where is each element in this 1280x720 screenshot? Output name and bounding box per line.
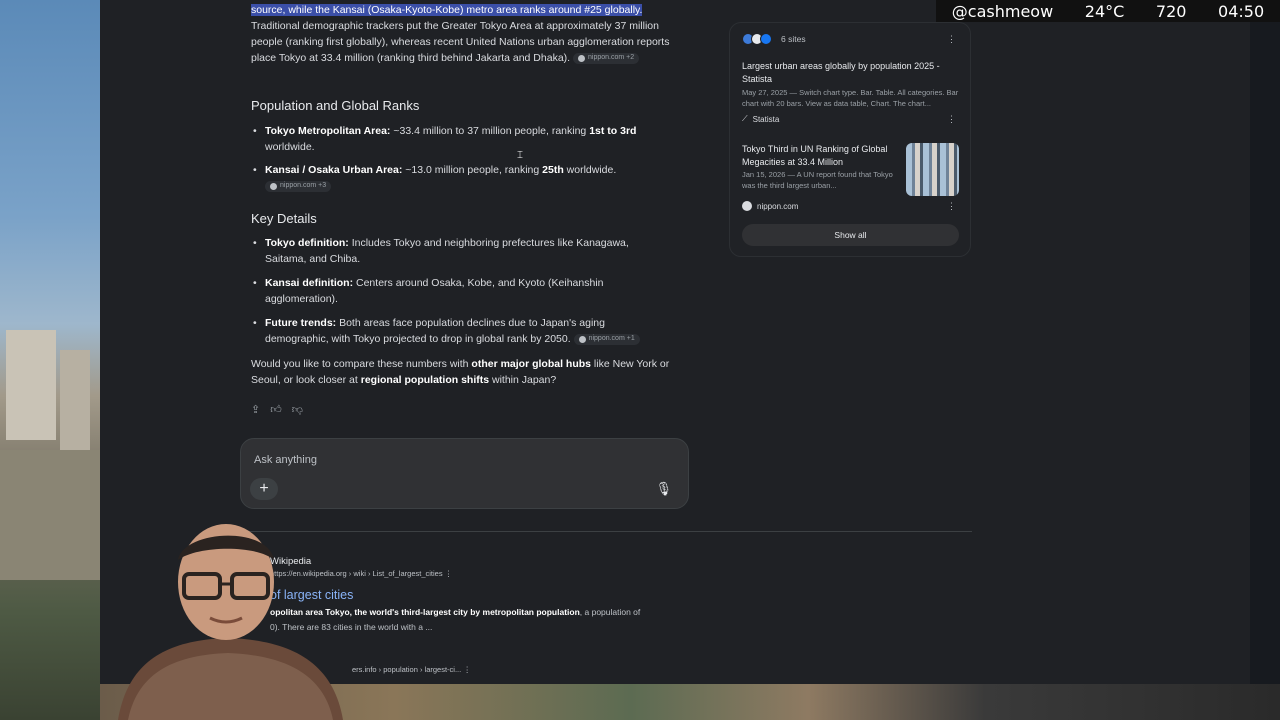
- list-item: Kansai / Osaka Urban Area: ~13.0 million…: [251, 162, 661, 194]
- source-card-snippet: Jan 15, 2026 — A UN report found that To…: [742, 170, 893, 190]
- overlay-temperature: 24°C: [1084, 1, 1125, 21]
- background-photo-left: [0, 0, 100, 720]
- source-card-title[interactable]: Largest urban areas globally by populati…: [742, 60, 962, 85]
- more-icon[interactable]: ⋮: [445, 569, 453, 578]
- more-icon[interactable]: ⋮: [463, 665, 471, 674]
- source-card-source[interactable]: ⟋ Statista: [742, 114, 779, 124]
- globe-icon: [578, 54, 585, 62]
- show-all-button[interactable]: Show all: [742, 224, 959, 246]
- result-url-2[interactable]: ers.info › population › largest-ci... ⋮: [352, 665, 471, 674]
- webcam-person: [118, 524, 343, 720]
- population-list: Tokyo Metropolitan Area: ~33.4 million t…: [251, 123, 661, 194]
- sources-panel: 6 sites ⋮ Largest urban areas globally b…: [729, 22, 971, 257]
- overlay-number: 720: [1155, 1, 1187, 21]
- highlighted-text: source, while the Kansai (Osaka-Kyoto-Ko…: [251, 4, 640, 16]
- thumbs-up-icon[interactable]: 👍︎: [270, 403, 282, 416]
- microphone-icon[interactable]: 🎙︎: [655, 481, 672, 497]
- globe-icon: [270, 182, 277, 190]
- favicons: [742, 33, 772, 45]
- heading-key-details: Key Details: [251, 211, 317, 226]
- ask-box: + 🎙︎: [240, 438, 689, 509]
- source-card-snippet: May 27, 2025 — Switch chart type. Bar. T…: [742, 88, 959, 108]
- stream-overlay: @cashmeow 24°C 720 04:50: [936, 0, 1280, 22]
- source-chip[interactable]: nippon.com +1: [573, 333, 640, 345]
- details-list: Tokyo definition: Includes Tokyo and nei…: [251, 235, 661, 347]
- facebook-icon: [760, 33, 772, 45]
- answer-intro: source, while the Kansai (Osaka-Kyoto-Ko…: [251, 4, 670, 64]
- source-chip[interactable]: nippon.com +3: [265, 180, 332, 192]
- add-button[interactable]: +: [250, 478, 278, 500]
- globe-icon: [578, 335, 586, 343]
- closing-question: Would you like to compare these numbers …: [251, 358, 670, 386]
- source-card-source[interactable]: nippon.com: [742, 201, 798, 211]
- thumbs-down-icon[interactable]: 👎︎: [292, 403, 303, 416]
- statista-icon: ⟋: [742, 114, 748, 123]
- globe-icon: [742, 201, 752, 211]
- ask-input[interactable]: [254, 451, 654, 469]
- overlay-handle: @cashmeow: [951, 1, 1054, 21]
- overlay-time: 04:50: [1218, 1, 1265, 21]
- sites-header[interactable]: 6 sites: [742, 33, 806, 45]
- divider: [240, 531, 972, 532]
- more-icon[interactable]: ⋮: [947, 201, 956, 212]
- list-item: Tokyo Metropolitan Area: ~33.4 million t…: [251, 123, 661, 155]
- more-icon[interactable]: ⋮: [947, 34, 956, 45]
- list-item: Kansai definition: Centers around Osaka,…: [251, 275, 661, 307]
- source-chip[interactable]: nippon.com +2: [573, 52, 640, 64]
- share-icon[interactable]: ⇪: [251, 403, 260, 416]
- answer-actions: ⇪ 👍︎ 👎︎: [251, 403, 303, 416]
- list-item: Tokyo definition: Includes Tokyo and nei…: [251, 235, 661, 267]
- source-card-thumbnail[interactable]: [906, 143, 959, 196]
- heading-population: Population and Global Ranks: [251, 98, 420, 113]
- source-card-title[interactable]: Tokyo Third in UN Ranking of Global Mega…: [742, 143, 902, 168]
- list-item: Future trends: Both areas face populatio…: [251, 315, 661, 347]
- more-icon[interactable]: ⋮: [947, 114, 956, 125]
- mouse-cursor: ⌶: [517, 150, 523, 161]
